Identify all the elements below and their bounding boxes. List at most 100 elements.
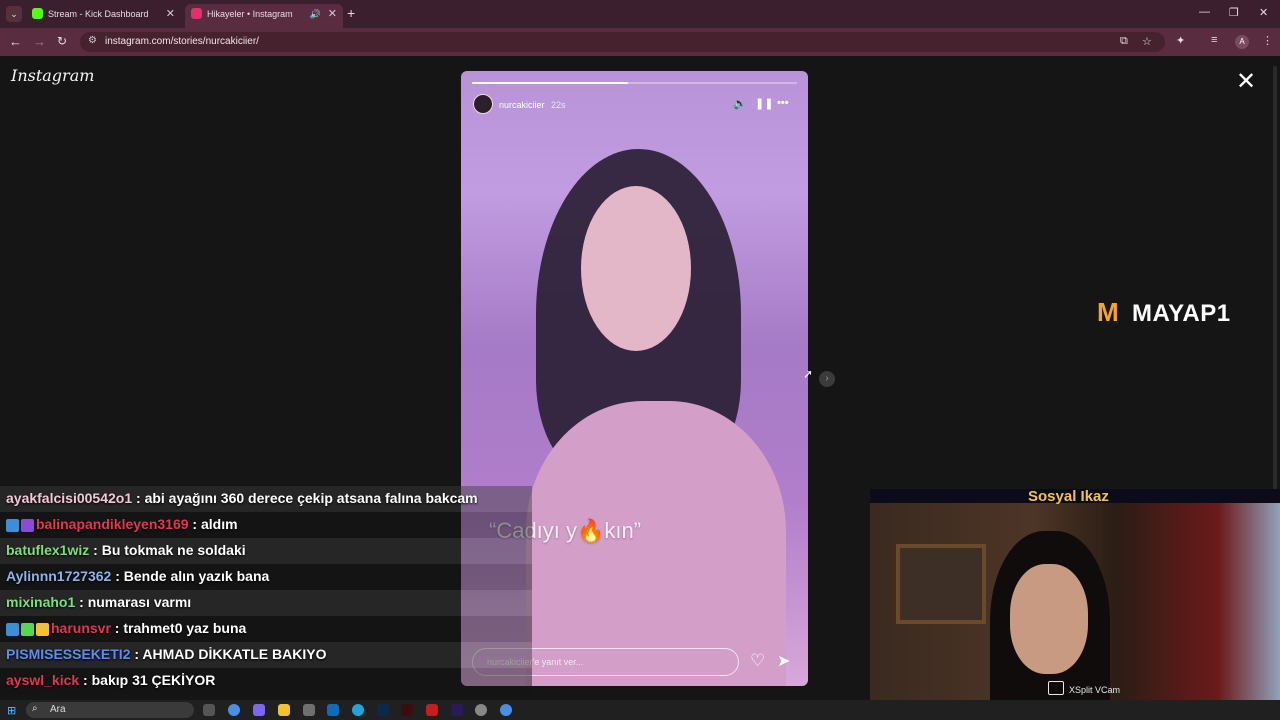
story-username[interactable]: nurcakiciier bbox=[499, 100, 545, 110]
chat-text: Bu tokmak ne soldaki bbox=[101, 542, 246, 558]
close-window-button[interactable]: ✕ bbox=[1259, 6, 1268, 19]
reload-icon[interactable]: ↻ bbox=[57, 34, 67, 48]
taskbar-search[interactable]: ⌕ Ara bbox=[26, 702, 194, 718]
menu-kebab-icon[interactable]: ⋮ bbox=[1262, 34, 1273, 47]
outlook-icon[interactable] bbox=[327, 704, 339, 716]
volume-icon[interactable]: 🔈 bbox=[733, 97, 747, 110]
instagram-logo[interactable]: Instagram bbox=[11, 66, 94, 85]
chat-username[interactable]: PISMISESSEKETI2 bbox=[6, 646, 130, 662]
chat-badge-icon bbox=[6, 518, 19, 532]
task-view-icon[interactable] bbox=[203, 704, 215, 716]
like-heart-icon[interactable]: ♡ bbox=[750, 651, 765, 671]
chat-message: PISMISESSEKETI2 : AHMAD DİKKATLE BAKIYO bbox=[0, 642, 532, 668]
back-icon[interactable]: ← bbox=[9, 34, 22, 49]
chat-separator: : bbox=[79, 672, 92, 688]
pause-icon[interactable]: ❚❚ bbox=[755, 97, 773, 110]
tab-close-icon[interactable]: ✕ bbox=[166, 4, 175, 24]
chat-separator: : bbox=[111, 568, 124, 584]
copilot-icon[interactable] bbox=[253, 704, 265, 716]
tab-strip: ⌄ Stream - Kick Dashboard ✕ Hikayeler • … bbox=[0, 0, 1280, 28]
story-timestamp: 22s bbox=[551, 100, 566, 110]
chat-message: batuflex1wiz : Bu tokmak ne soldaki bbox=[0, 538, 532, 564]
webcam-title-bar: Sosyal Ikaz bbox=[870, 488, 1280, 505]
minimize-button[interactable]: — bbox=[1199, 6, 1210, 18]
mouse-cursor-icon: ➚ bbox=[803, 367, 814, 381]
webcam-overlay: Sosyal Ikaz XSplit VCam bbox=[870, 488, 1280, 720]
speaker-icon[interactable]: 🔊 bbox=[310, 4, 321, 24]
chat-username[interactable]: Aylinnn1727362 bbox=[6, 568, 111, 584]
tab-title: Hikayeler • Instagram bbox=[207, 9, 293, 19]
install-app-icon[interactable]: ⧉ bbox=[1120, 35, 1128, 48]
chat-badge-icon bbox=[21, 622, 34, 636]
xsplit-icon bbox=[1048, 681, 1064, 695]
tab-kick-dashboard[interactable]: Stream - Kick Dashboard ✕ bbox=[26, 4, 181, 28]
chat-message: harunsvr : trahmet0 yaz buna bbox=[0, 616, 532, 642]
chat-text: aldım bbox=[200, 516, 238, 532]
brand-name: MAYAP1 bbox=[1132, 300, 1231, 327]
chat-badge-icon bbox=[21, 518, 34, 532]
browser-toolbar: ← → ↻ ⚙ instagram.com/stories/nurcakicii… bbox=[0, 28, 1280, 56]
screen: ⌄ Stream - Kick Dashboard ✕ Hikayeler • … bbox=[0, 0, 1280, 720]
bookmark-star-icon[interactable]: ☆ bbox=[1142, 35, 1152, 48]
instagram-favicon-icon bbox=[191, 8, 202, 19]
windows-taskbar: ⊞ ⌕ Ara bbox=[0, 700, 1280, 720]
chat-separator: : bbox=[132, 490, 145, 506]
tab-close-icon[interactable]: ✕ bbox=[328, 4, 337, 24]
site-info-icon[interactable]: ⚙ bbox=[88, 35, 97, 46]
story-progress-bar bbox=[472, 82, 797, 84]
stream-chat: ayakfalcisi00542o1 : abi ayağını 360 der… bbox=[0, 486, 532, 695]
app-red-icon[interactable] bbox=[426, 704, 438, 716]
chrome-icon[interactable] bbox=[228, 704, 240, 716]
chat-text: Bende alın yazık bana bbox=[123, 568, 270, 584]
chat-message: ayswl_kick : bakıp 31 ÇEKİYOR bbox=[0, 668, 532, 694]
premiere-icon[interactable] bbox=[451, 704, 463, 716]
chat-separator: : bbox=[89, 542, 102, 558]
chat-username[interactable]: mixinaho1 bbox=[6, 594, 75, 610]
chat-username[interactable]: batuflex1wiz bbox=[6, 542, 89, 558]
chat-separator: : bbox=[130, 646, 143, 662]
extensions-icon[interactable]: ✦ bbox=[1176, 34, 1185, 47]
new-tab-button[interactable]: + bbox=[347, 5, 355, 21]
file-explorer-icon[interactable] bbox=[278, 704, 290, 716]
profile-avatar[interactable]: A bbox=[1235, 35, 1249, 49]
webcam-title: Sosyal Ikaz bbox=[1028, 488, 1109, 505]
story-photo-face bbox=[581, 186, 691, 351]
close-stories-icon[interactable]: ✕ bbox=[1236, 70, 1256, 94]
address-bar[interactable]: ⚙ instagram.com/stories/nurcakiciier/ ⧉ … bbox=[80, 32, 1165, 52]
edge-icon[interactable] bbox=[352, 704, 364, 716]
chrome-active-icon[interactable] bbox=[500, 704, 512, 716]
chat-username[interactable]: ayswl_kick bbox=[6, 672, 79, 688]
obs-icon[interactable] bbox=[475, 704, 487, 716]
media-control-icon[interactable]: ≡ bbox=[1211, 34, 1217, 46]
wall-painting bbox=[896, 544, 986, 624]
chat-text: AHMAD DİKKATLE BAKIYO bbox=[142, 646, 327, 662]
chat-badge-icon bbox=[36, 622, 49, 636]
more-options-icon[interactable]: ••• bbox=[777, 97, 789, 109]
restore-button[interactable]: ❐ bbox=[1229, 6, 1239, 19]
store-icon[interactable] bbox=[303, 704, 315, 716]
chat-separator: : bbox=[75, 594, 88, 610]
chat-message: balinapandikleyen3169 : aldım bbox=[0, 512, 532, 538]
chat-badge-icon bbox=[6, 622, 19, 636]
story-progress-fill bbox=[472, 82, 628, 84]
chat-message: Aylinnn1727362 : Bende alın yazık bana bbox=[0, 564, 532, 590]
windows-start-icon[interactable]: ⊞ bbox=[7, 704, 16, 717]
send-icon[interactable]: ➤ bbox=[777, 651, 790, 671]
tab-instagram-stories[interactable]: Hikayeler • Instagram 🔊 ✕ bbox=[185, 4, 343, 28]
story-user-avatar[interactable] bbox=[473, 94, 493, 114]
chat-text: trahmet0 yaz buna bbox=[123, 620, 247, 636]
adobe-icon[interactable] bbox=[401, 704, 413, 716]
forward-icon[interactable]: → bbox=[33, 34, 46, 49]
photoshop-icon[interactable] bbox=[377, 704, 389, 716]
tab-search-chevron-icon[interactable]: ⌄ bbox=[6, 6, 22, 22]
chat-username[interactable]: harunsvr bbox=[51, 620, 111, 636]
url-text: instagram.com/stories/nurcakiciier/ bbox=[105, 36, 259, 47]
chat-username[interactable]: balinapandikleyen3169 bbox=[36, 516, 189, 532]
kick-favicon-icon bbox=[32, 8, 43, 19]
next-story-chevron-icon[interactable]: › bbox=[819, 371, 835, 387]
chat-username[interactable]: ayakfalcisi00542o1 bbox=[6, 490, 132, 506]
search-icon: ⌕ bbox=[32, 703, 38, 714]
tab-title: Stream - Kick Dashboard bbox=[48, 9, 149, 19]
streamer-face bbox=[1010, 564, 1088, 674]
taskbar-search-placeholder: Ara bbox=[50, 704, 66, 715]
